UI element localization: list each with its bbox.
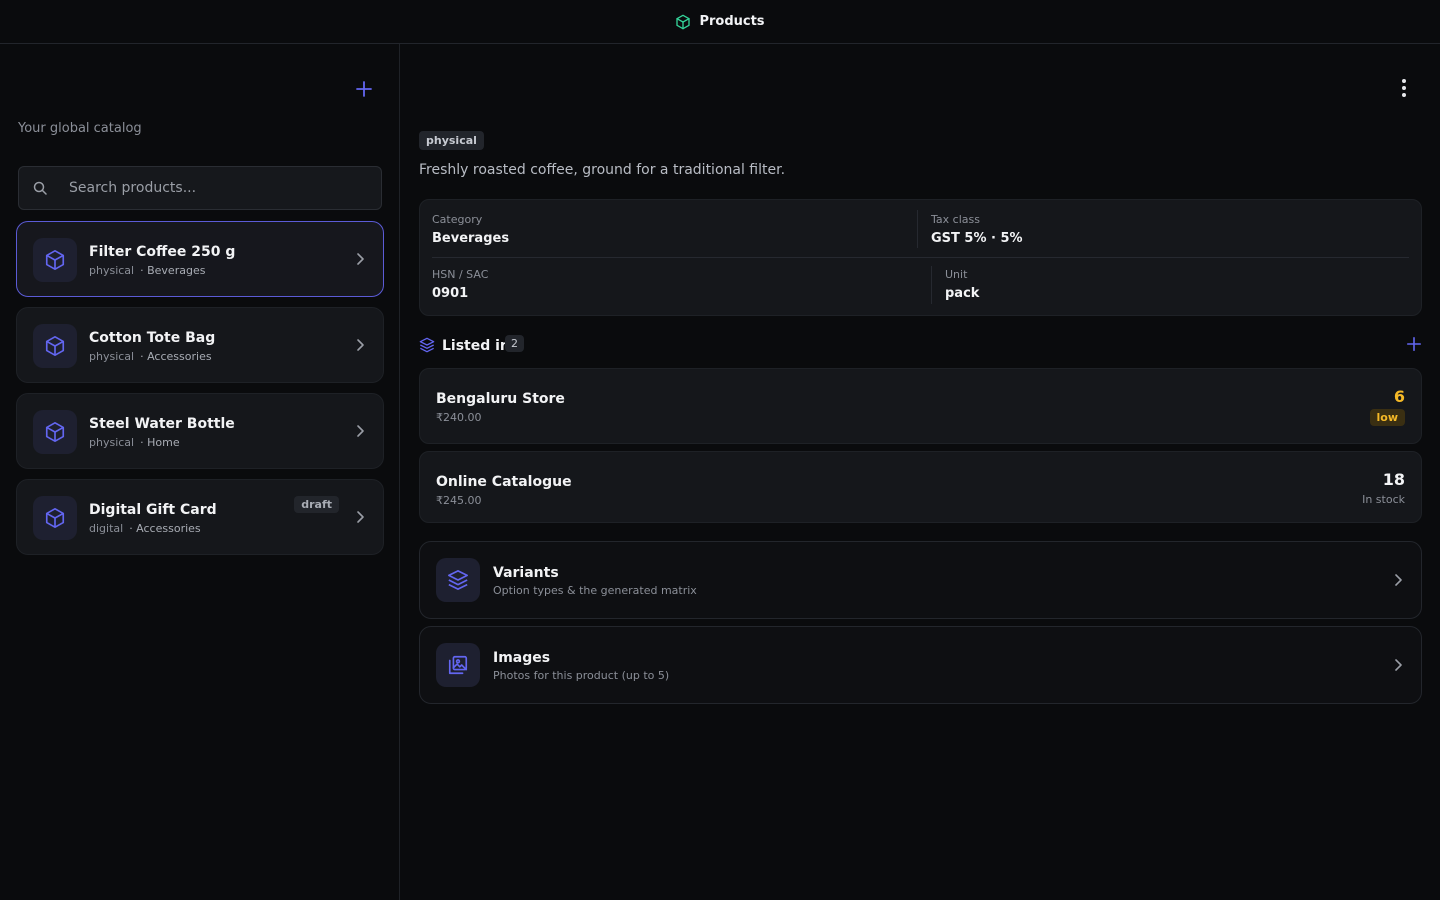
info-value: GST 5% · 5% bbox=[931, 231, 1023, 246]
draft-badge: draft bbox=[294, 496, 339, 513]
box-icon bbox=[45, 422, 65, 442]
chevron-right-icon bbox=[357, 339, 364, 351]
product-type-badge: physical bbox=[419, 131, 484, 150]
product-meta: physical · Accessories bbox=[89, 350, 212, 363]
product-name: Cotton Tote Bag bbox=[89, 330, 216, 346]
sidebar: Your global catalog Filter Coffee 250 g … bbox=[0, 44, 400, 900]
images-section[interactable]: Images Photos for this product (up to 5) bbox=[419, 626, 1422, 704]
chevron-right-icon bbox=[1395, 659, 1402, 671]
box-icon bbox=[45, 250, 65, 270]
variants-icon-box bbox=[436, 558, 480, 602]
product-meta: physical · Home bbox=[89, 436, 180, 449]
chevron-right-icon bbox=[357, 425, 364, 437]
product-list: Filter Coffee 250 g physical · Beverages … bbox=[16, 221, 384, 565]
search-input[interactable] bbox=[69, 167, 369, 209]
divider bbox=[917, 210, 918, 248]
info-value: pack bbox=[945, 286, 980, 301]
chevron-right-icon bbox=[1395, 574, 1402, 586]
package-icon bbox=[675, 14, 691, 30]
product-thumbnail bbox=[33, 496, 77, 540]
info-tax-class: Tax class GST 5% · 5% bbox=[931, 213, 1023, 246]
product-type: physical bbox=[89, 264, 135, 277]
search-box bbox=[18, 166, 382, 210]
product-detail: physical Freshly roasted coffee, ground … bbox=[400, 44, 1440, 900]
stock-quantity: 18 bbox=[1382, 470, 1405, 489]
product-name: Digital Gift Card bbox=[89, 502, 217, 518]
product-category: · Accessories bbox=[129, 522, 201, 535]
product-item-steel-bottle[interactable]: Steel Water Bottle physical · Home bbox=[16, 393, 384, 469]
product-type: digital bbox=[89, 522, 124, 535]
info-label: Tax class bbox=[931, 213, 980, 226]
product-name: Filter Coffee 250 g bbox=[89, 244, 236, 260]
product-meta: physical · Beverages bbox=[89, 264, 205, 277]
more-vertical-icon[interactable] bbox=[1394, 78, 1414, 98]
info-label: Unit bbox=[945, 268, 968, 281]
section-subtitle: Option types & the generated matrix bbox=[493, 584, 697, 597]
product-item-gift-card[interactable]: Digital Gift Card digital · Accessories d… bbox=[16, 479, 384, 555]
add-listing-button[interactable] bbox=[1406, 336, 1422, 356]
divider bbox=[432, 257, 1409, 258]
plus-icon bbox=[356, 81, 372, 97]
plus-icon bbox=[1406, 336, 1422, 352]
product-description: Freshly roasted coffee, ground for a tra… bbox=[419, 162, 786, 178]
product-item-filter-coffee[interactable]: Filter Coffee 250 g physical · Beverages bbox=[16, 221, 384, 297]
info-label: HSN / SAC bbox=[432, 268, 489, 281]
product-type: physical bbox=[89, 350, 135, 363]
box-icon bbox=[45, 336, 65, 356]
listed-in-header: Listed in 2 bbox=[419, 335, 1422, 357]
images-icon bbox=[448, 655, 468, 675]
section-subtitle: Photos for this product (up to 5) bbox=[493, 669, 670, 682]
page-title: Products bbox=[699, 14, 765, 29]
layers-icon bbox=[448, 570, 468, 590]
product-thumbnail bbox=[33, 238, 77, 282]
section-title: Images bbox=[493, 650, 551, 666]
info-hsn: HSN / SAC 0901 bbox=[432, 268, 488, 301]
images-icon-box bbox=[436, 643, 480, 687]
product-category: · Home bbox=[140, 436, 180, 449]
chevron-right-icon bbox=[357, 253, 364, 265]
store-price: ₹240.00 bbox=[436, 411, 482, 424]
store-name: Online Catalogue bbox=[436, 474, 572, 490]
info-unit: Unit pack bbox=[945, 268, 979, 301]
chevron-right-icon bbox=[357, 511, 364, 523]
store-name: Bengaluru Store bbox=[436, 391, 565, 407]
info-category: Category Beverages bbox=[432, 213, 509, 246]
listed-in-title: Listed in bbox=[442, 338, 510, 354]
info-label: Category bbox=[432, 213, 483, 226]
product-item-cotton-tote[interactable]: Cotton Tote Bag physical · Accessories bbox=[16, 307, 384, 383]
product-thumbnail bbox=[33, 410, 77, 454]
listing-bengaluru-store[interactable]: Bengaluru Store ₹240.00 6 low bbox=[419, 368, 1422, 444]
layers-icon bbox=[419, 337, 435, 353]
stock-status: In stock bbox=[1362, 493, 1405, 506]
stock-status-badge: low bbox=[1369, 409, 1405, 426]
add-product-button[interactable] bbox=[352, 77, 376, 101]
product-info-grid: Category Beverages Tax class GST 5% · 5%… bbox=[419, 199, 1422, 316]
stock-quantity: 6 bbox=[1393, 387, 1405, 406]
listing-online-catalogue[interactable]: Online Catalogue ₹245.00 18 In stock bbox=[419, 451, 1422, 523]
listing-count-badge: 2 bbox=[505, 335, 524, 352]
section-title: Variants bbox=[493, 565, 559, 581]
store-price: ₹245.00 bbox=[436, 494, 482, 507]
info-value: 0901 bbox=[432, 286, 469, 301]
search-icon bbox=[33, 181, 47, 195]
box-icon bbox=[45, 508, 65, 528]
product-name: Steel Water Bottle bbox=[89, 416, 235, 432]
info-value: Beverages bbox=[432, 231, 510, 246]
catalog-subtitle: Your global catalog bbox=[18, 121, 142, 136]
variants-section[interactable]: Variants Option types & the generated ma… bbox=[419, 541, 1422, 619]
product-category: · Accessories bbox=[140, 350, 212, 363]
product-thumbnail bbox=[33, 324, 77, 368]
top-bar: Products bbox=[0, 0, 1440, 44]
product-type: physical bbox=[89, 436, 135, 449]
divider bbox=[931, 266, 932, 304]
product-meta: digital · Accessories bbox=[89, 522, 201, 535]
product-category: · Beverages bbox=[140, 264, 206, 277]
